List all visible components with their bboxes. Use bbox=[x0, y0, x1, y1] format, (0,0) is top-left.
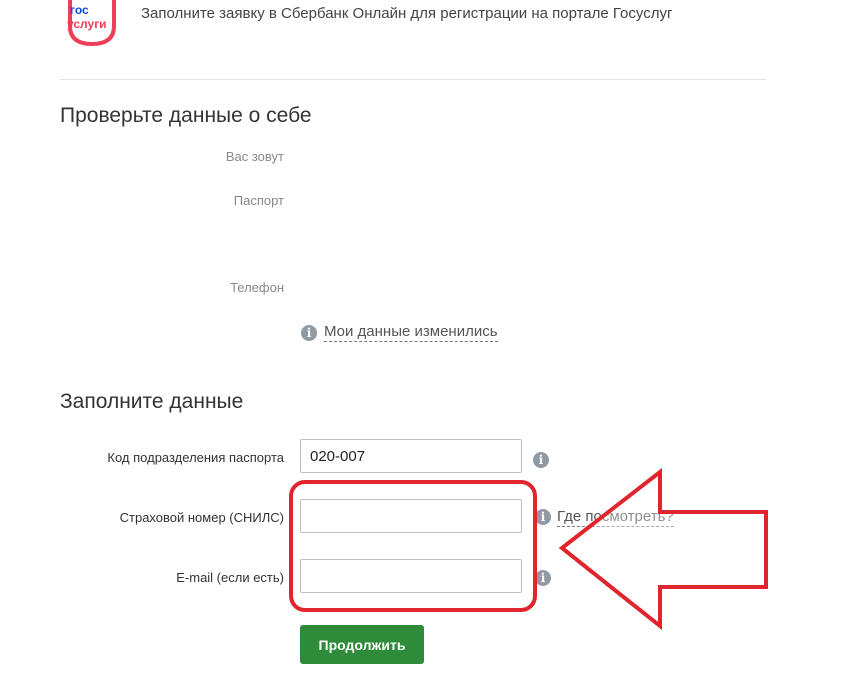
continue-button[interactable]: Продолжить bbox=[300, 625, 424, 664]
header-divider bbox=[60, 79, 766, 80]
header-title: Заполните заявку в Сбербанк Онлайн для р… bbox=[141, 5, 673, 22]
passport-code-label: Код подразделения паспорта bbox=[107, 450, 284, 465]
fill-section-title: Заполните данные bbox=[60, 390, 244, 413]
highlight-box bbox=[289, 480, 537, 612]
gosuslugi-logo[interactable]: гос услуги bbox=[60, 0, 124, 50]
name-row-label: Вас зовут bbox=[225, 149, 284, 164]
logo-text-gos: гос bbox=[70, 3, 89, 17]
passport-code-input[interactable] bbox=[300, 439, 522, 473]
data-changed-link[interactable]: Мои данные изменились bbox=[324, 323, 498, 342]
info-icon: i bbox=[301, 325, 317, 341]
snils-info-icon[interactable]: i bbox=[535, 509, 551, 525]
snils-label: Страховой номер (СНИЛС) bbox=[119, 510, 284, 525]
passport-row-label: Паспорт bbox=[233, 193, 284, 208]
where-to-find-link[interactable]: Где посмотреть? bbox=[557, 508, 674, 527]
email-info-icon[interactable]: i bbox=[535, 570, 551, 586]
passport-code-info-icon[interactable]: i bbox=[533, 452, 549, 468]
phone-row-label: Телефон bbox=[230, 280, 284, 295]
logo-text-uslugi: услуги bbox=[67, 17, 107, 31]
email-label: E-mail (если есть) bbox=[176, 570, 284, 585]
check-section-title: Проверьте данные о себе bbox=[60, 104, 312, 127]
